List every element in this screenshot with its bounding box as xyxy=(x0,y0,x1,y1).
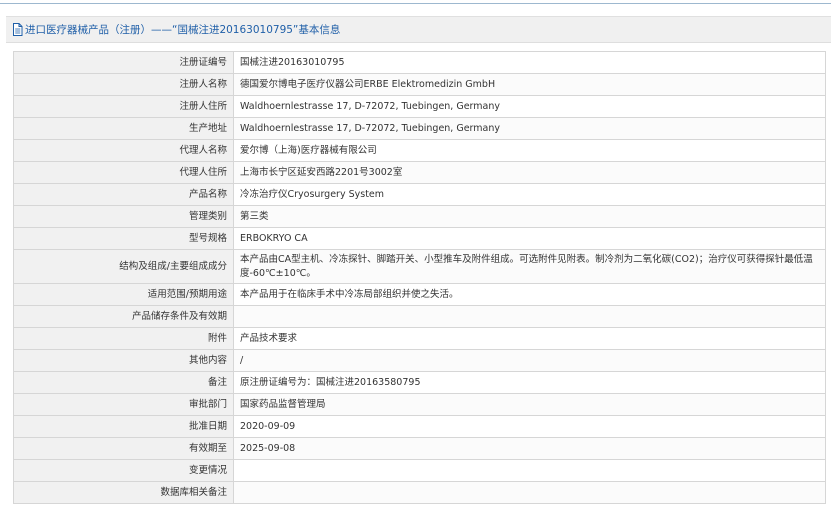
document-icon xyxy=(12,23,23,36)
row-label: 管理类别 xyxy=(13,205,234,228)
table-row: 注册人住所 Waldhoernlestrasse 17, D-72072, Tu… xyxy=(13,95,826,118)
row-label: 其他内容 xyxy=(13,349,234,372)
row-value xyxy=(233,481,826,504)
row-label: 备注 xyxy=(13,371,234,394)
row-label: 产品储存条件及有效期 xyxy=(13,305,234,328)
row-value: 2020-09-09 xyxy=(233,415,826,438)
row-value xyxy=(233,305,826,328)
row-value: 德国爱尔博电子医疗仪器公司ERBE Elektromedizin GmbH xyxy=(233,73,826,96)
table-row: 产品名称 冷冻治疗仪Cryosurgery System xyxy=(13,183,826,206)
table-row: 型号规格 ERBOKRYO CA xyxy=(13,227,826,250)
table-row: 附件 产品技术要求 xyxy=(13,327,826,350)
table-row: 变更情况 xyxy=(13,459,826,482)
table-row: 产品储存条件及有效期 xyxy=(13,305,826,328)
table-row: 生产地址 Waldhoernlestrasse 17, D-72072, Tue… xyxy=(13,117,826,140)
row-label: 附件 xyxy=(13,327,234,350)
row-value: Waldhoernlestrasse 17, D-72072, Tuebinge… xyxy=(233,117,826,140)
table-row: 其他内容 / xyxy=(13,349,826,372)
row-value: 本产品由CA型主机、冷冻探针、脚踏开关、小型推车及附件组成。可选附件见附表。制冷… xyxy=(233,249,826,284)
row-value: 本产品用于在临床手术中冷冻局部组织并使之失活。 xyxy=(233,283,826,306)
row-label: 审批部门 xyxy=(13,393,234,416)
page-header: 进口医疗器械产品（注册）——“国械注进20163010795”基本信息 xyxy=(6,16,831,43)
table-row: 数据库相关备注 xyxy=(13,481,826,504)
table-row: 审批部门 国家药品监督管理局 xyxy=(13,393,826,416)
table-row: 适用范围/预期用途 本产品用于在临床手术中冷冻局部组织并使之失活。 xyxy=(13,283,826,306)
row-label: 有效期至 xyxy=(13,437,234,460)
row-label: 结构及组成/主要组成成分 xyxy=(13,249,234,284)
table-row: 注册人名称 德国爱尔博电子医疗仪器公司ERBE Elektromedizin G… xyxy=(13,73,826,96)
row-label: 批准日期 xyxy=(13,415,234,438)
row-value: Waldhoernlestrasse 17, D-72072, Tuebinge… xyxy=(233,95,826,118)
row-label: 变更情况 xyxy=(13,459,234,482)
table-row: 有效期至 2025-09-08 xyxy=(13,437,826,460)
page-title: 进口医疗器械产品（注册）——“国械注进20163010795”基本信息 xyxy=(25,24,341,36)
row-value xyxy=(233,459,826,482)
row-label: 数据库相关备注 xyxy=(13,481,234,504)
row-label: 生产地址 xyxy=(13,117,234,140)
table-row: 代理人名称 爱尔博（上海)医疗器械有限公司 xyxy=(13,139,826,162)
table-row: 备注 原注册证编号为：国械注进20163580795 xyxy=(13,371,826,394)
top-divider xyxy=(0,3,831,4)
row-label: 产品名称 xyxy=(13,183,234,206)
row-value: 产品技术要求 xyxy=(233,327,826,350)
row-label: 型号规格 xyxy=(13,227,234,250)
row-value: 国家药品监督管理局 xyxy=(233,393,826,416)
row-value: 爱尔博（上海)医疗器械有限公司 xyxy=(233,139,826,162)
row-label: 适用范围/预期用途 xyxy=(13,283,234,306)
row-value: 国械注进20163010795 xyxy=(233,51,826,74)
row-value: 2025-09-08 xyxy=(233,437,826,460)
row-label: 注册人住所 xyxy=(13,95,234,118)
table-row: 注册证编号 国械注进20163010795 xyxy=(13,51,826,74)
row-label: 代理人住所 xyxy=(13,161,234,184)
row-label: 代理人名称 xyxy=(13,139,234,162)
row-value: 第三类 xyxy=(233,205,826,228)
table-row: 代理人住所 上海市长宁区延安西路2201号3002室 xyxy=(13,161,826,184)
row-value: / xyxy=(233,349,826,372)
row-value: ERBOKRYO CA xyxy=(233,227,826,250)
registration-info-table: 注册证编号 国械注进20163010795 注册人名称 德国爱尔博电子医疗仪器公… xyxy=(13,51,826,504)
row-value: 冷冻治疗仪Cryosurgery System xyxy=(233,183,826,206)
row-label: 注册人名称 xyxy=(13,73,234,96)
table-row: 结构及组成/主要组成成分 本产品由CA型主机、冷冻探针、脚踏开关、小型推车及附件… xyxy=(13,249,826,284)
table-row: 批准日期 2020-09-09 xyxy=(13,415,826,438)
row-value: 上海市长宁区延安西路2201号3002室 xyxy=(233,161,826,184)
row-label: 注册证编号 xyxy=(13,51,234,74)
table-row: 管理类别 第三类 xyxy=(13,205,826,228)
row-value: 原注册证编号为：国械注进20163580795 xyxy=(233,371,826,394)
